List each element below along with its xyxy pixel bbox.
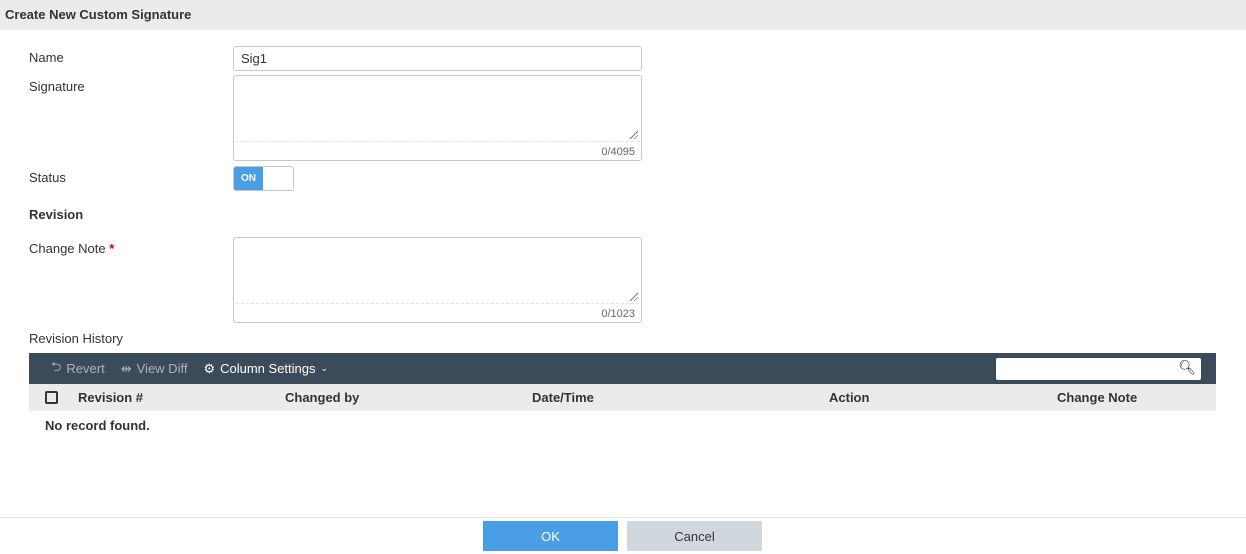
name-input[interactable] <box>233 46 642 71</box>
chevron-down-icon: ⌄ <box>320 363 329 373</box>
revision-heading: Revision <box>29 207 84 222</box>
search-input[interactable]: 🔍︎ <box>996 358 1201 380</box>
col-action[interactable]: Action <box>829 390 869 405</box>
view-diff-button[interactable]: ⇹ View Diff <box>121 361 188 377</box>
undo-icon: ⮌ <box>51 358 62 374</box>
revision-history-label: Revision History <box>29 331 123 346</box>
revert-button[interactable]: ⮌ Revert <box>51 358 105 380</box>
toggle-on-label: ON <box>234 167 263 190</box>
col-revision[interactable]: Revision # <box>78 390 143 405</box>
col-date-time[interactable]: Date/Time <box>532 390 594 405</box>
column-settings-button[interactable]: ⚙ Column Settings ⌄ <box>203 361 328 377</box>
change-note-label: Change Note * <box>29 241 115 256</box>
dialog-title: Create New Custom Signature <box>0 0 1246 30</box>
table-header: Revision # Changed by Date/Time Action C… <box>29 384 1216 411</box>
status-toggle[interactable]: ON <box>233 166 294 191</box>
change-note-char-count: 0/1023 <box>601 308 635 320</box>
signature-label: Signature <box>29 79 85 94</box>
col-change-note[interactable]: Change Note <box>1057 390 1137 405</box>
empty-message: No record found. <box>45 418 150 433</box>
select-all-checkbox[interactable] <box>45 391 58 404</box>
revision-toolbar: ⮌ Revert ⇹ View Diff ⚙ Column Settings ⌄ 🔍︎ <box>29 353 1216 384</box>
resize-handle-icon[interactable] <box>628 129 638 139</box>
search-icon[interactable]: 🔍︎ <box>1178 359 1196 376</box>
cancel-button[interactable]: Cancel <box>627 521 762 551</box>
col-changed-by[interactable]: Changed by <box>285 390 359 405</box>
signature-textarea[interactable]: 0/4095 <box>233 75 642 161</box>
gear-icon: ⚙ <box>203 360 216 376</box>
required-mark: * <box>109 241 115 256</box>
change-note-textarea[interactable]: 0/1023 <box>233 237 642 323</box>
name-label: Name <box>29 50 64 65</box>
diff-icon: ⇹ <box>120 360 132 376</box>
ok-button[interactable]: OK <box>483 521 618 551</box>
resize-handle-icon[interactable] <box>628 291 638 301</box>
signature-char-count: 0/4095 <box>601 146 635 158</box>
status-label: Status <box>29 170 66 185</box>
